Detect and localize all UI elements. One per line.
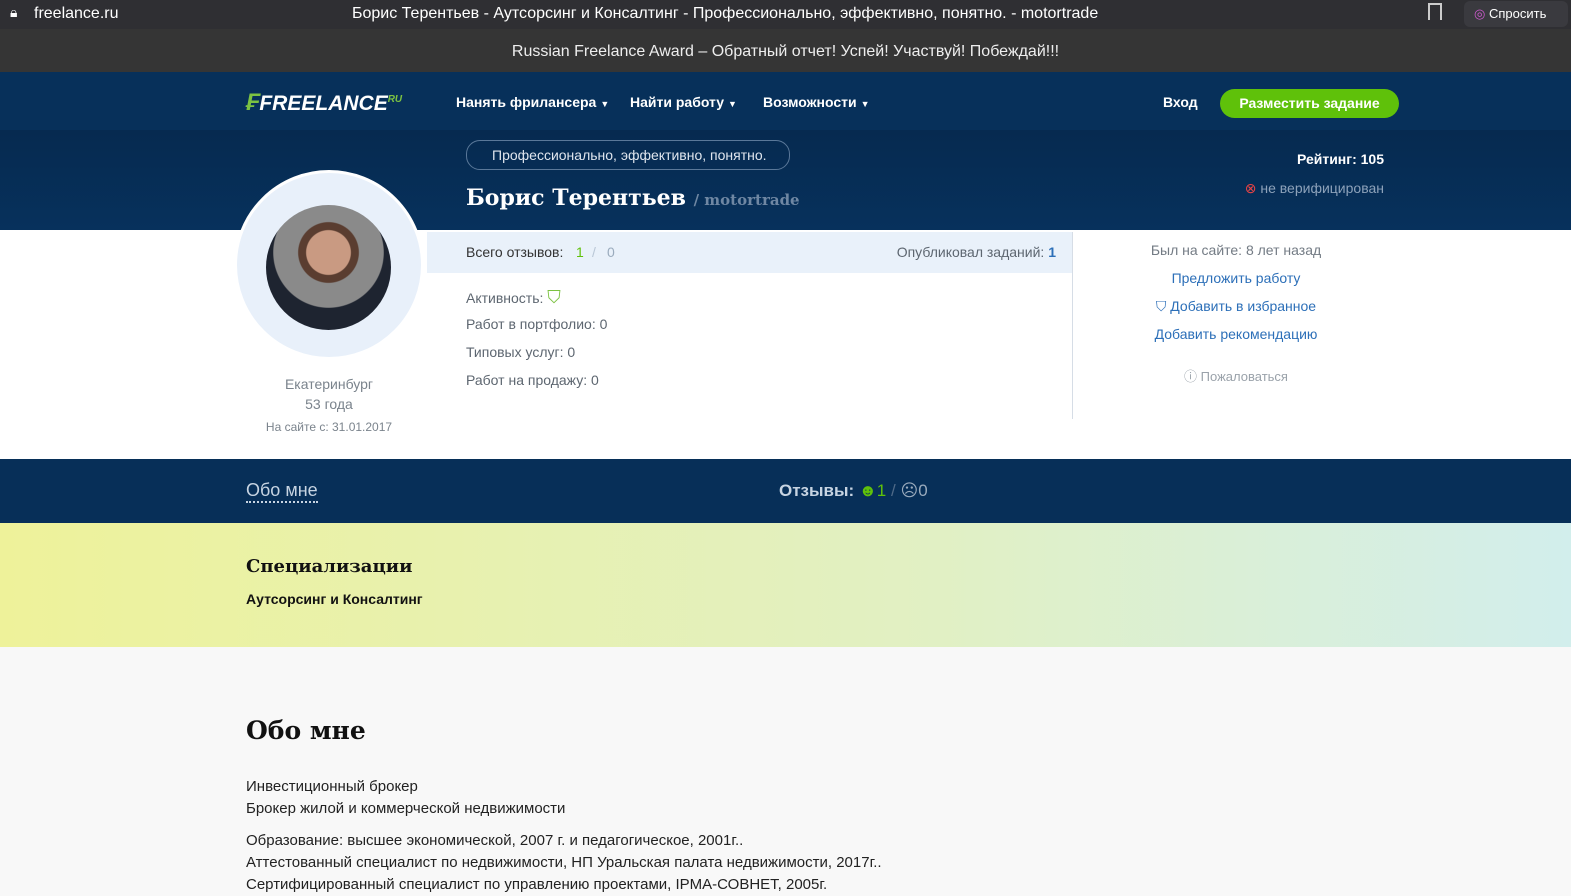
caret-down-icon: ▼ (728, 99, 737, 109)
nav-hire-label: Нанять фрилансера (456, 94, 597, 110)
about-title: Обо мне (246, 716, 366, 745)
specializations: Специализации Аутсорсинг и Консалтинг (0, 523, 1571, 647)
tab-reviews[interactable]: Отзывы: ☻1 / ☹0 (779, 481, 928, 501)
nav-find-work-label: Найти работу (630, 94, 725, 110)
tasks-label: Опубликовал заданий: (896, 244, 1045, 260)
complain-label: Пожаловаться (1200, 369, 1288, 384)
profile-tabs: Обо мне Отзывы: ☻1 / ☹0 (0, 459, 1571, 523)
spec-title: Специализации (246, 556, 413, 577)
age: 53 года (305, 396, 353, 412)
url[interactable]: freelance.ru (34, 5, 119, 23)
browser-bar: 🔒︎ freelance.ru Борис Терентьев - Аутсор… (0, 0, 1571, 29)
tasks-count[interactable]: 1 (1048, 244, 1056, 260)
tab-reviews-positive: 1 (876, 481, 887, 500)
ask-button[interactable]: ◎ Спросить (1464, 1, 1568, 27)
post-task-button[interactable]: Разместить задание (1220, 89, 1399, 118)
about-line: Аттестованный специалист по недвижимости… (246, 854, 882, 871)
divider (1072, 232, 1073, 419)
activity-shield-icon: ⛉ (547, 287, 561, 307)
verification-status: ⊗ не верифицирован (1245, 180, 1384, 197)
slogan: Профессионально, эффективно, понятно. (466, 140, 790, 170)
offer-work-link[interactable]: Предложить работу (1100, 270, 1372, 286)
lock-icon: 🔒︎ (10, 4, 18, 20)
main-nav: ₣FREELANCERU Нанять фрилансера ▼ Найти ра… (0, 72, 1571, 130)
username: / motortrade (693, 191, 800, 209)
tab-reviews-sep: / (890, 481, 896, 500)
add-favorite-link[interactable]: ⛉ Добавить в избранное (1100, 298, 1372, 315)
city: Екатеринбург (284, 376, 374, 392)
bookmark-icon[interactable] (1428, 3, 1442, 20)
nav-features-label: Возможности (763, 94, 857, 110)
tab-reviews-negative: 0 (918, 481, 928, 500)
nav-find-work[interactable]: Найти работу ▼ (630, 94, 737, 110)
activity-label: Активность: (466, 290, 544, 306)
tab-about[interactable]: Обо мне (246, 480, 318, 503)
services-count[interactable]: Типовых услуг: 0 (466, 344, 575, 360)
ai-icon: ◎ (1474, 6, 1486, 21)
profile-name: Борис Терентьев / motortrade (466, 185, 800, 211)
not-verified-icon: ⊗ (1244, 180, 1257, 196)
about-line: Сертифицированный специалист по управлен… (246, 876, 828, 893)
logo-suffix: RU (387, 94, 403, 105)
about-text: Инвестиционный брокер Брокер жилой и ком… (246, 776, 882, 896)
caret-down-icon: ▼ (600, 99, 610, 109)
logo-icon: ₣ (246, 89, 260, 116)
about-line: Инвестиционный брокер (246, 778, 418, 795)
caret-down-icon: ▼ (860, 99, 870, 109)
exclamation-icon: ⓘ (1184, 369, 1198, 384)
about-line: Брокер жилой и коммерческой недвижимости (246, 800, 566, 817)
smile-icon: ☻ (858, 481, 877, 500)
complain-link[interactable]: ⓘ Пожаловаться (1100, 366, 1372, 385)
profile-header: Профессионально, эффективно, понятно. Бо… (0, 130, 1571, 230)
favorite-label: Добавить в избранное (1170, 298, 1317, 314)
last-seen: Был на сайте: 8 лет назад (1150, 242, 1322, 258)
name-text: Борис Терентьев (466, 185, 686, 211)
login-link[interactable]: Вход (1163, 94, 1198, 110)
member-since: На сайте с: 31.01.2017 (265, 420, 393, 434)
reviews-tab-label: Отзывы: (779, 481, 855, 500)
portfolio-count[interactable]: Работ в портфолио: 0 (466, 316, 607, 332)
logo[interactable]: ₣FREELANCERU (246, 89, 402, 117)
reviews-positive[interactable]: 1 (576, 244, 584, 260)
nav-hire[interactable]: Нанять фрилансера ▼ (456, 94, 609, 110)
rating: Рейтинг: 105 (1296, 151, 1384, 167)
sad-icon: ☹ (900, 481, 919, 500)
avatar[interactable] (266, 205, 391, 330)
avatar-frame (234, 170, 424, 360)
bookmark-icon: ⛉ (1155, 298, 1167, 314)
announcement-banner[interactable]: Russian Freelance Award – Обратный отчет… (0, 29, 1571, 72)
ask-label: Спросить (1488, 6, 1547, 21)
reviews-label: Всего отзывов: (466, 244, 564, 260)
about-line: Образование: высшее экономической, 2007 … (246, 832, 744, 849)
nav-features[interactable]: Возможности ▼ (763, 94, 870, 110)
verified-text: не верифицирован (1260, 180, 1384, 196)
sales-count[interactable]: Работ на продажу: 0 (466, 372, 599, 388)
reviews-sep: / (592, 244, 596, 260)
recommend-link[interactable]: Добавить рекомендацию (1100, 326, 1372, 342)
logo-text: FREELANCE (259, 92, 388, 115)
spec-value[interactable]: Аутсорсинг и Консалтинг (246, 591, 423, 607)
page-title: Борис Терентьев - Аутсорсинг и Консалтин… (352, 5, 1099, 22)
stats-band: Всего отзывов: 1 / 0 Опубликовал заданий… (427, 232, 1072, 273)
reviews-negative[interactable]: 0 (607, 244, 615, 260)
